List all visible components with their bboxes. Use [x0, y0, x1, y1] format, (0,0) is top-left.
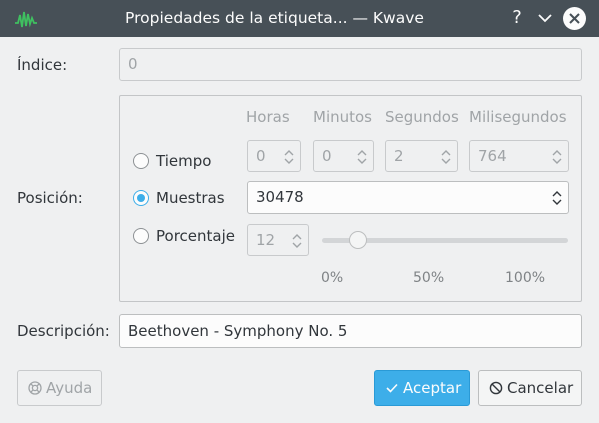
milliseconds-header: Milisegundos: [469, 108, 567, 126]
time-radio-label[interactable]: Tiempo: [156, 152, 211, 170]
minutes-header: Minutos: [313, 108, 372, 126]
minutes-value: 0: [322, 147, 332, 165]
help-button-label: Ayuda: [46, 379, 93, 397]
percent-radio-label[interactable]: Porcentaje: [156, 227, 235, 245]
lifebuoy-icon: [28, 381, 42, 395]
description-field[interactable]: Beethoven - Symphony No. 5: [119, 314, 582, 348]
milliseconds-value: 764: [478, 147, 507, 165]
percent-slider-handle: [349, 231, 367, 249]
position-label: Posición:: [17, 189, 83, 207]
slider-tick-0: 0%: [321, 270, 344, 286]
up-down-arrows-icon: [284, 150, 294, 164]
seconds-header: Segundos: [385, 108, 459, 126]
cancel-button[interactable]: Cancelar: [478, 370, 582, 406]
hours-spinbox: 0: [247, 140, 301, 172]
samples-radio[interactable]: [133, 190, 149, 206]
hours-header: Horas: [246, 108, 290, 126]
index-field: 0: [119, 48, 582, 81]
up-down-arrows-icon: [441, 150, 451, 164]
samples-spinbox[interactable]: 30478: [247, 181, 569, 214]
help-icon[interactable]: ?: [506, 7, 528, 29]
percent-value: 12: [256, 231, 276, 249]
hours-value: 0: [256, 147, 266, 165]
description-label: Descripción:: [17, 322, 110, 340]
index-label: Índice:: [17, 56, 68, 74]
time-radio[interactable]: [133, 153, 149, 169]
minutes-spinbox: 0: [313, 140, 374, 172]
up-down-arrows-icon: [357, 150, 367, 164]
help-button: Ayuda: [17, 370, 102, 406]
checkmark-icon: [386, 383, 398, 393]
milliseconds-spinbox: 764: [469, 140, 569, 172]
samples-radio-label[interactable]: Muestras: [156, 189, 225, 207]
samples-value: 30478: [256, 188, 304, 206]
percent-spinbox: 12: [247, 224, 309, 256]
title-bar: Propiedades de la etiqueta... — Kwave ?: [0, 0, 599, 37]
percent-radio[interactable]: [133, 228, 149, 244]
cancel-icon: [489, 381, 503, 395]
seconds-spinbox: 2: [385, 140, 458, 172]
window-title: Propiedades de la etiqueta... — Kwave: [125, 9, 424, 27]
slider-tick-100: 100%: [505, 270, 546, 286]
chevron-down-icon[interactable]: [534, 7, 556, 29]
up-down-arrows-icon: [292, 234, 302, 248]
up-down-arrows-icon: [552, 150, 562, 164]
cancel-button-label: Cancelar: [507, 379, 574, 397]
slider-tick-50: 50%: [413, 270, 445, 286]
close-icon[interactable]: [563, 7, 586, 30]
ok-button[interactable]: Aceptar: [374, 370, 470, 406]
seconds-value: 2: [394, 147, 404, 165]
ok-button-label: Aceptar: [403, 379, 462, 397]
up-down-arrows-icon[interactable]: [551, 189, 563, 207]
kwave-waveform-icon: [15, 11, 37, 28]
